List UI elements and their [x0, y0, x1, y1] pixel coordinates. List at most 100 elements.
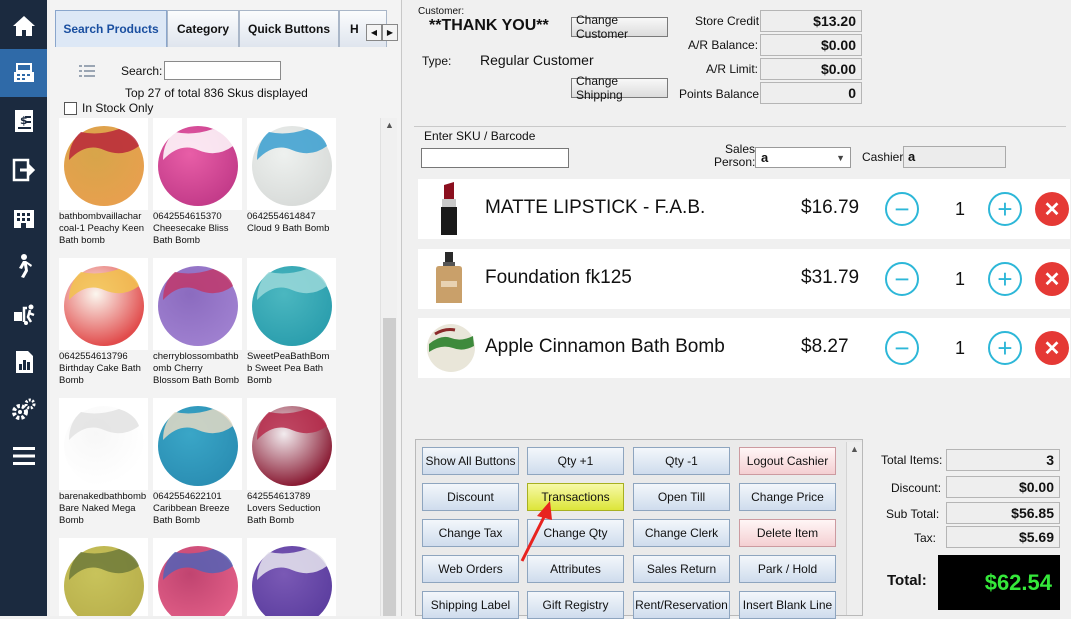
- increase-qty-button[interactable]: +: [988, 331, 1022, 365]
- qty-1-button[interactable]: Qty -1: [633, 447, 730, 475]
- scrollbar-thumb[interactable]: [383, 318, 396, 616]
- tab-scroll-right-icon[interactable]: ▶: [382, 24, 398, 41]
- bath-bomb-image: [247, 258, 336, 350]
- tax-label: Tax:: [914, 531, 937, 545]
- product-scrollbar[interactable]: ▲: [380, 118, 397, 616]
- increase-qty-button[interactable]: +: [988, 262, 1022, 296]
- product-card[interactable]: [247, 538, 336, 616]
- subtotal-label: Sub Total:: [886, 507, 940, 521]
- product-caption-line: Cheesecake Bliss: [153, 223, 229, 234]
- sales-person-select[interactable]: a ▼: [755, 147, 851, 168]
- logout-cashier-button[interactable]: Logout Cashier: [739, 447, 836, 475]
- product-card[interactable]: barenakedbathbomb Bare Naked Mega Bomb: [59, 398, 148, 527]
- tab-category[interactable]: Category: [167, 10, 239, 47]
- change-qty-button[interactable]: Change Qty: [527, 519, 624, 547]
- cashier-label: Cashier:: [862, 150, 907, 164]
- sku-input[interactable]: [421, 148, 569, 168]
- product-card[interactable]: SweetPeaBathBom b Sweet Pea Bath Bomb: [247, 258, 336, 387]
- cart-item-price: $31.79: [801, 267, 860, 288]
- cash-register-icon[interactable]: [0, 49, 47, 97]
- cart-line[interactable]: MATTE LIPSTICK - F.A.B. $16.79 − 1 + ✕: [418, 179, 1070, 239]
- remove-item-button[interactable]: ✕: [1035, 262, 1069, 296]
- decrease-qty-button[interactable]: −: [885, 331, 919, 365]
- delete-item-button[interactable]: Delete Item: [739, 519, 836, 547]
- change-customer-button[interactable]: Change Customer: [571, 13, 668, 41]
- chevron-down-icon: ▼: [836, 152, 845, 163]
- sales-return-button[interactable]: Sales Return: [633, 555, 730, 583]
- change-price-button[interactable]: Change Price: [739, 483, 836, 511]
- increase-qty-button[interactable]: +: [988, 192, 1022, 226]
- attributes-button[interactable]: Attributes: [527, 555, 624, 583]
- product-caption: 0642554622101 Caribbean Breeze Bath Bomb: [153, 491, 242, 527]
- product-card[interactable]: cherryblossombathb omb Cherry Blossom Bath…: [153, 258, 242, 387]
- bath-bomb-image: [59, 398, 148, 490]
- product-card[interactable]: [153, 538, 242, 616]
- total-label: Total:: [887, 572, 927, 589]
- product-panel: Search Products Category Quick Buttons H…: [50, 0, 402, 616]
- pad-scrollbar[interactable]: ▲: [846, 442, 862, 615]
- store-credit-value: $13.20: [760, 10, 862, 32]
- insert-blank-line-button[interactable]: Insert Blank Line: [739, 591, 836, 619]
- product-caption: bathbombvaillachar coal-1 Peachy Keen Bath…: [59, 211, 148, 247]
- bath-bomb-image: [59, 118, 148, 210]
- left-nav: $: [0, 0, 47, 616]
- cart-item-price: $16.79: [801, 197, 860, 218]
- tab-search-products[interactable]: Search Products: [55, 10, 167, 47]
- ar-balance-label: A/R Balance:: [688, 38, 759, 52]
- lipstick-icon: [432, 181, 466, 240]
- gift-registry-button[interactable]: Gift Registry: [527, 591, 624, 619]
- sign-out-icon[interactable]: [0, 146, 47, 194]
- walking-person-icon[interactable]: [0, 242, 47, 290]
- scroll-up-icon[interactable]: ▲: [381, 120, 398, 130]
- remove-item-button[interactable]: ✕: [1035, 331, 1069, 365]
- remove-item-button[interactable]: ✕: [1035, 192, 1069, 226]
- tax-value: $5.69: [946, 526, 1060, 548]
- home-icon[interactable]: [0, 2, 47, 50]
- cart-item-qty: 1: [955, 269, 966, 289]
- shipping-label-button[interactable]: Shipping Label: [422, 591, 519, 619]
- hand-truck-icon[interactable]: [0, 290, 47, 338]
- discount-label: Discount:: [891, 481, 942, 495]
- scroll-up-icon[interactable]: ▲: [847, 444, 862, 454]
- rent-reservation-button[interactable]: Rent/Reservation: [633, 591, 730, 619]
- web-orders-button[interactable]: Web Orders: [422, 555, 519, 583]
- receipt-dollar-icon[interactable]: $: [0, 97, 47, 145]
- product-card[interactable]: 0642554622101 Caribbean Breeze Bath Bomb: [153, 398, 242, 527]
- discount-button[interactable]: Discount: [422, 483, 519, 511]
- cart-line[interactable]: Apple Cinnamon Bath Bomb $8.27 − 1 + ✕: [418, 318, 1070, 378]
- product-caption-line: 0642554614847: [247, 211, 316, 222]
- cart-line[interactable]: Foundation fk125 $31.79 − 1 + ✕: [418, 249, 1070, 309]
- in-stock-only-checkbox[interactable]: In Stock Only: [64, 101, 153, 115]
- change-tax-button[interactable]: Change Tax: [422, 519, 519, 547]
- checkbox-box[interactable]: [64, 101, 77, 115]
- report-icon[interactable]: [0, 338, 47, 386]
- qty-1-button[interactable]: Qty +1: [527, 447, 624, 475]
- show-all-buttons-button[interactable]: Show All Buttons: [422, 447, 519, 475]
- list-view-icon[interactable]: [79, 64, 95, 81]
- change-clerk-button[interactable]: Change Clerk: [633, 519, 730, 547]
- sales-person-value: a: [761, 150, 769, 165]
- product-card[interactable]: 0642554614847 Cloud 9 Bath Bomb: [247, 118, 336, 235]
- product-card[interactable]: 0642554615370 Cheesecake Bliss Bath Bomb: [153, 118, 242, 247]
- decrease-qty-button[interactable]: −: [885, 192, 919, 226]
- product-caption-line: 0642554613796: [59, 351, 128, 362]
- tab-quick-buttons[interactable]: Quick Buttons: [239, 10, 339, 47]
- change-shipping-button[interactable]: Change Shipping: [571, 74, 668, 102]
- transactions-button[interactable]: Transactions: [527, 483, 624, 511]
- hamburger-menu-icon[interactable]: [0, 432, 47, 480]
- gears-icon[interactable]: [0, 386, 47, 434]
- search-input[interactable]: [164, 61, 281, 80]
- customer-name: **THANK YOU**: [429, 17, 549, 34]
- bath-bomb-image: [153, 118, 242, 210]
- tab-scroll-left-icon[interactable]: ◀: [366, 24, 382, 41]
- building-icon[interactable]: [0, 194, 47, 242]
- product-card[interactable]: 0642554613796 Birthday Cake Bath Bomb: [59, 258, 148, 387]
- product-card[interactable]: 642554613789 Lovers Seduction Bath Bomb: [247, 398, 336, 527]
- park-hold-button[interactable]: Park / Hold: [739, 555, 836, 583]
- product-card[interactable]: bathbombvaillachar coal-1 Peachy Keen Bath…: [59, 118, 148, 247]
- product-card[interactable]: [59, 538, 148, 616]
- bath-bomb-image: [247, 538, 336, 616]
- product-caption-line: b Sweet Pea Bath: [247, 363, 324, 374]
- decrease-qty-button[interactable]: −: [885, 262, 919, 296]
- open-till-button[interactable]: Open Till: [633, 483, 730, 511]
